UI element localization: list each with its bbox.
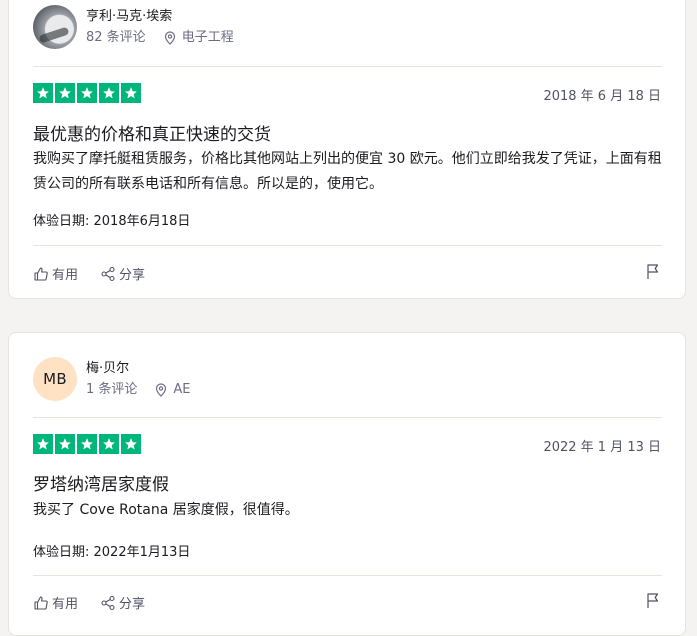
divider — [33, 245, 662, 246]
flag-icon[interactable] — [645, 592, 661, 609]
divider — [33, 417, 662, 418]
star-rating — [33, 434, 141, 454]
consumer-name[interactable]: 梅·贝尔 — [86, 360, 191, 378]
experience-date: 体验日期: 2022年1月13日 — [33, 545, 191, 560]
share-icon — [101, 595, 115, 610]
review-title[interactable]: 最优惠的价格和真正快速的交货 — [33, 120, 271, 145]
share-button[interactable]: 分享 — [100, 593, 145, 612]
useful-button[interactable]: 有用 — [33, 593, 78, 612]
thumbs-up-icon — [34, 595, 48, 610]
avatar[interactable] — [33, 5, 77, 49]
divider — [33, 66, 662, 67]
star-icon — [121, 83, 141, 103]
share-icon — [101, 266, 115, 281]
review-count: 82 条评论 — [86, 29, 146, 45]
consumer-location: AE — [173, 381, 191, 397]
share-label: 分享 — [119, 268, 146, 283]
useful-label: 有用 — [52, 268, 79, 283]
review-date: 2022 年 1 月 13 日 — [543, 440, 661, 455]
divider — [33, 575, 662, 576]
star-icon — [55, 434, 75, 454]
consumer-location: 电子工程 — [181, 29, 234, 45]
star-icon — [33, 83, 53, 103]
review-card: MB 梅·贝尔 1 条评论 AE 2022 年 1 月 13 日 罗塔纳湾居家度… — [8, 332, 686, 636]
star-icon — [121, 434, 141, 454]
flag-icon[interactable] — [645, 263, 661, 280]
star-icon — [77, 434, 97, 454]
location-pin-icon — [156, 382, 167, 397]
review-date: 2018 年 6 月 18 日 — [543, 89, 661, 104]
consumer-name[interactable]: 亨利·马克·埃索 — [86, 8, 234, 26]
location-pin-icon — [164, 30, 175, 45]
share-button[interactable]: 分享 — [100, 264, 145, 283]
review-title[interactable]: 罗塔纳湾居家度假 — [33, 470, 169, 495]
experience-date: 体验日期: 2018年6月18日 — [33, 214, 191, 229]
star-rating — [33, 83, 141, 103]
star-icon — [99, 83, 119, 103]
star-icon — [77, 83, 97, 103]
review-text: 我购买了摩托艇租赁服务，价格比其他网站上列出的便宜 30 欧元。他们立即给我发了… — [33, 151, 662, 192]
star-icon — [55, 83, 75, 103]
star-icon — [99, 434, 119, 454]
review-text: 我买了 Cove Rotana 居家度假，很值得。 — [33, 502, 299, 518]
thumbs-up-icon — [34, 266, 48, 281]
avatar[interactable]: MB — [33, 357, 77, 401]
consumer-info[interactable]: 亨利·马克·埃索 82 条评论 电子工程 — [33, 5, 234, 49]
consumer-info[interactable]: MB 梅·贝尔 1 条评论 AE — [33, 357, 191, 401]
review-card: 亨利·马克·埃索 82 条评论 电子工程 2018 年 6 月 18 日 最优惠… — [8, 0, 686, 299]
useful-label: 有用 — [52, 597, 79, 612]
share-label: 分享 — [119, 597, 146, 612]
useful-button[interactable]: 有用 — [33, 264, 78, 283]
review-count: 1 条评论 — [86, 381, 138, 397]
star-icon — [33, 434, 53, 454]
